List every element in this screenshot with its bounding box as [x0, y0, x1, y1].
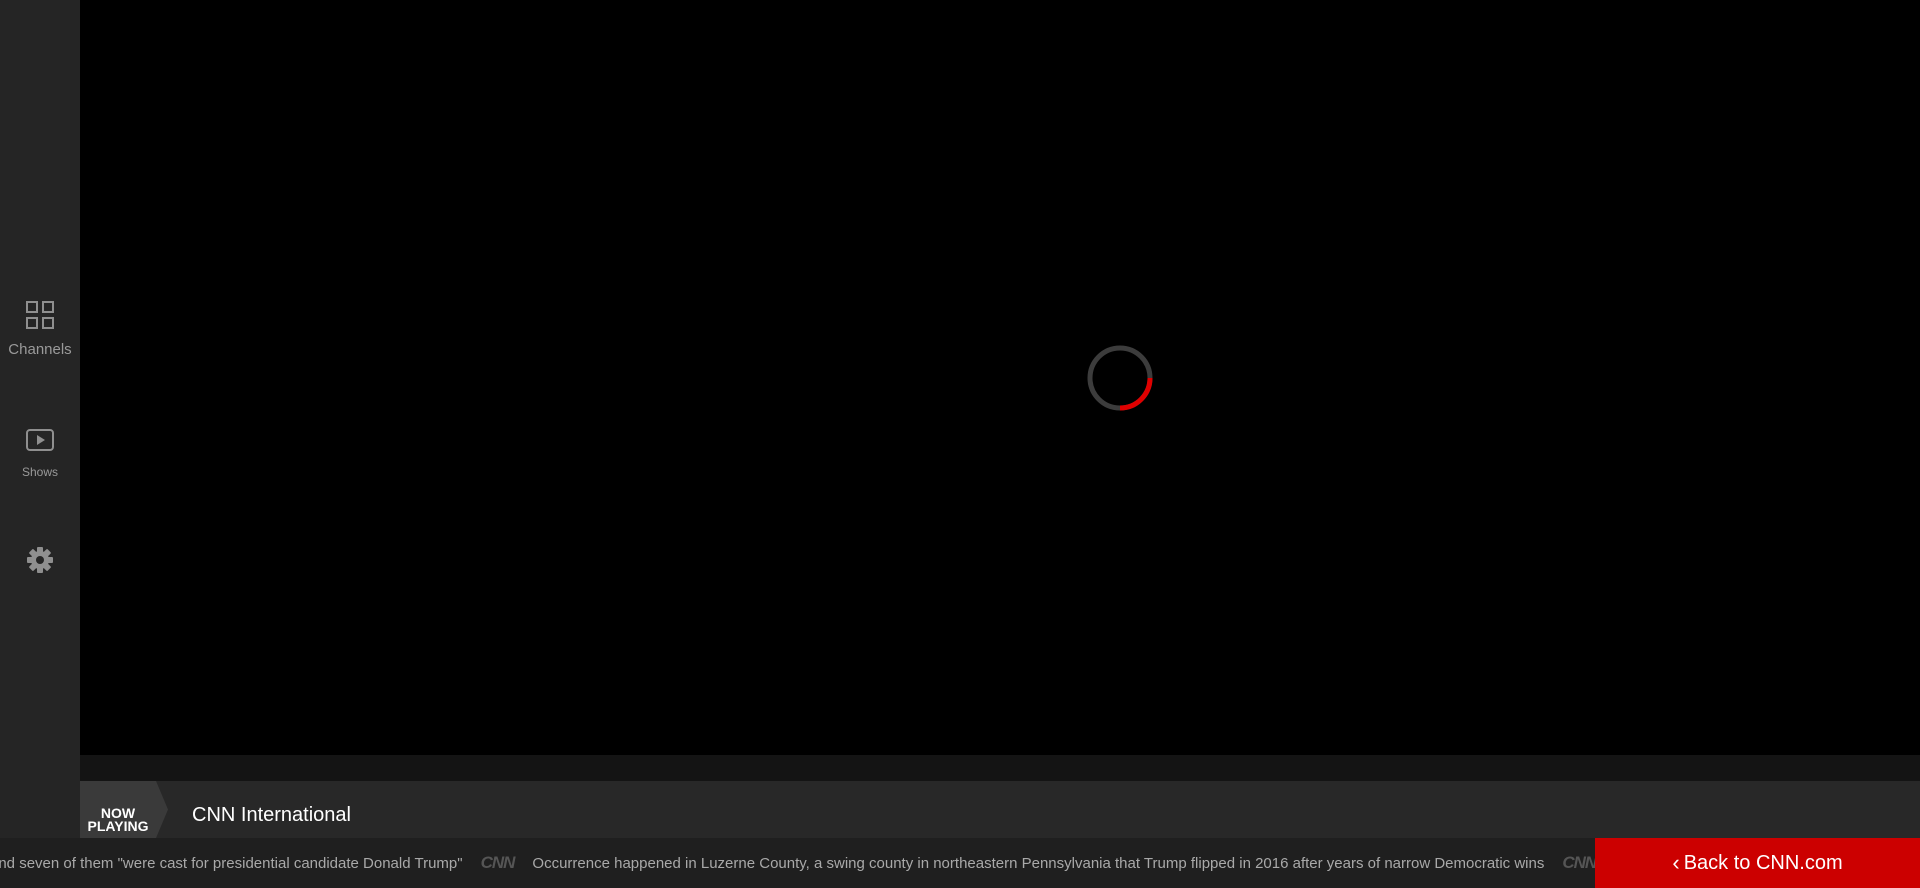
grid-icon [25, 300, 55, 335]
loading-spinner [1087, 345, 1153, 411]
sidebar-item-label: Shows [21, 465, 59, 479]
chevron-left-icon: ‹ [1672, 850, 1680, 875]
cnn-logo-icon: CNN [480, 853, 516, 872]
sidebar-item-label: Channels [8, 341, 72, 358]
player-control-bar[interactable] [80, 755, 1920, 781]
back-to-cnn-button[interactable]: ‹ Back to CNN.com [1595, 838, 1920, 888]
ticker-headline[interactable]: Occurrence happened in Luzerne County, a… [532, 855, 1544, 872]
video-player[interactable] [80, 0, 1920, 755]
gear-icon [26, 546, 54, 579]
now-playing-title: CNN International [192, 804, 351, 826]
sidebar-nav: Channels Shows [0, 0, 80, 838]
sidebar-item-channels[interactable]: Channels [0, 300, 80, 358]
now-playing-badge-line2: PLAYING [87, 818, 149, 834]
now-playing-badge: NOW PLAYING [80, 781, 168, 838]
cnn-logo-icon: CNN [1562, 853, 1597, 872]
now-playing-bar: NOW PLAYING CNN International [80, 781, 1920, 838]
back-to-cnn-label: Back to CNN.com [1683, 851, 1843, 874]
sidebar-item-shows[interactable]: Shows [0, 428, 80, 479]
ticker-track: and seven of them "were cast for preside… [0, 838, 1614, 888]
play-icon [25, 428, 55, 459]
sidebar-item-settings[interactable] [0, 546, 80, 579]
ticker-headline[interactable]: and seven of them "were cast for preside… [0, 855, 463, 872]
